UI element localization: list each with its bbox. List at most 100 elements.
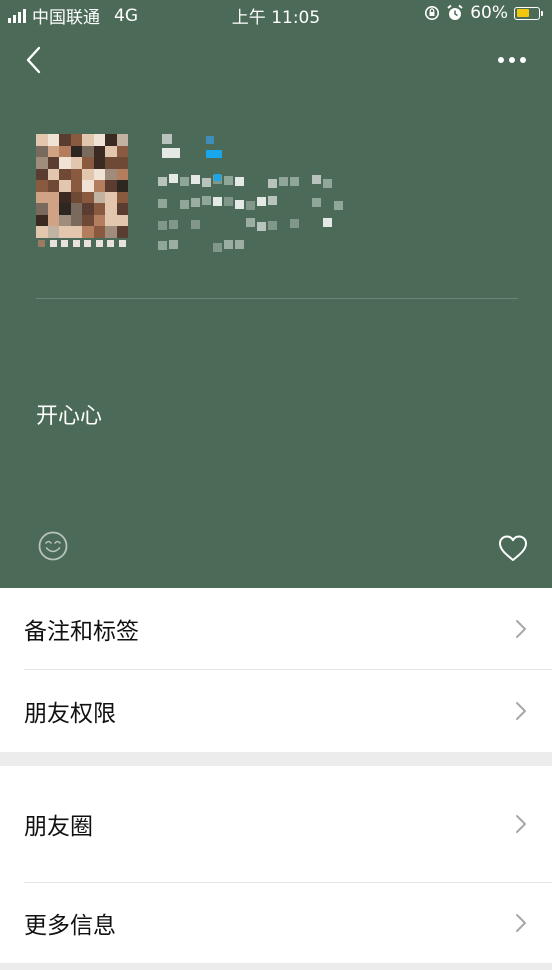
avatar-mosaic-cell: [118, 240, 126, 247]
avatar-mosaic-cell: [36, 168, 48, 180]
avatar-mosaic-cell: [82, 203, 94, 215]
name-mosaic-cell: [268, 221, 277, 230]
name-mosaic-cell: [312, 198, 321, 207]
avatar-mosaic-cell: [59, 191, 71, 203]
avatar-mosaic-cell: [105, 226, 117, 238]
avatar-mosaic-cell: [82, 214, 94, 226]
avatar-mosaic-cell: [93, 157, 105, 169]
signature-text: 开心心: [36, 404, 103, 429]
name-mosaic-cell: [206, 150, 222, 158]
avatar-mosaic-cell: [82, 168, 94, 180]
name-mosaic-cell: [213, 243, 222, 252]
avatar-mosaic-cell: [70, 145, 82, 157]
name-mosaic-cell: [180, 177, 189, 186]
avatar-mosaic-cell: [47, 157, 59, 169]
avatar-mosaic-cell: [47, 191, 59, 203]
name-mosaic-cell: [235, 240, 244, 249]
avatar-mosaic-cell: [105, 157, 117, 169]
avatar-mosaic-cell: [93, 226, 105, 238]
battery-percent: 60%: [470, 3, 508, 23]
avatar[interactable]: [36, 134, 128, 248]
name-mosaic-cell: [268, 179, 277, 188]
heart-icon[interactable]: [497, 533, 529, 563]
avatar-mosaic-cell: [36, 145, 48, 157]
name-mosaic-cell: [162, 134, 172, 144]
name-mosaic-cell: [158, 221, 167, 230]
avatar-mosaic-cell: [36, 214, 48, 226]
avatar-mosaic-cell: [84, 240, 91, 247]
avatar-mosaic-cell: [105, 203, 117, 215]
name-mosaic-cell: [290, 177, 299, 186]
name-mosaic-cell: [235, 200, 244, 209]
avatar-mosaic-cell: [59, 134, 71, 146]
name-mosaic-cell: [180, 200, 189, 209]
avatar-mosaic-cell: [82, 157, 94, 169]
header-divider: [36, 298, 518, 299]
avatar-mosaic-cell: [93, 168, 105, 180]
avatar-mosaic-cell: [36, 203, 48, 215]
name-mosaic-cell: [158, 241, 167, 250]
avatar-mosaic-cell: [47, 203, 59, 215]
avatar-mosaic-cell: [116, 134, 128, 146]
menu-item-moments[interactable]: 朋友圈: [0, 766, 552, 882]
rotation-lock-icon: [425, 6, 440, 20]
avatar-mosaic-cell: [105, 214, 117, 226]
back-chevron-icon[interactable]: [22, 44, 46, 76]
status-right: 60%: [424, 3, 543, 23]
chevron-right-icon: [516, 702, 526, 720]
avatar-mosaic-cell: [70, 168, 82, 180]
menu-item-friend-permissions[interactable]: 朋友权限: [0, 670, 552, 752]
name-mosaic-cell: [257, 222, 266, 231]
name-mosaic-cell: [169, 174, 178, 183]
name-mosaic-cell: [257, 197, 266, 206]
avatar-mosaic-cell: [82, 191, 94, 203]
avatar-mosaic-cell: [105, 145, 117, 157]
avatar-mosaic-cell: [70, 203, 82, 215]
name-mosaic-cell: [323, 218, 332, 227]
chevron-right-icon: [516, 620, 526, 638]
avatar-mosaic-cell: [47, 145, 59, 157]
menu-item-label: 更多信息: [24, 913, 116, 939]
avatar-mosaic-cell: [82, 134, 94, 146]
name-mosaic-cell: [213, 197, 222, 206]
avatar-mosaic-cell: [82, 180, 94, 192]
more-dots-icon[interactable]: [496, 48, 528, 72]
avatar-mosaic-cell: [82, 145, 94, 157]
name-mosaic-cell: [158, 177, 167, 186]
avatar-mosaic-cell: [105, 134, 117, 146]
chevron-right-icon: [516, 815, 526, 833]
name-mosaic-cell: [162, 148, 180, 158]
name-mosaic-cell: [279, 177, 288, 186]
avatar-mosaic-cell: [70, 180, 82, 192]
menu-item-more-info[interactable]: 更多信息: [0, 883, 552, 963]
status-bar: 中国联通 4G 上午 11:05 60%: [0, 0, 552, 28]
avatar-mosaic-cell: [36, 226, 48, 238]
battery-icon: [514, 6, 543, 20]
name-mosaic-cell: [268, 196, 277, 205]
menu-item-remark-and-tags[interactable]: 备注和标签: [0, 588, 552, 670]
avatar-mosaic-cell: [36, 180, 48, 192]
avatar-mosaic-cell: [70, 214, 82, 226]
avatar-mosaic-cell: [93, 191, 105, 203]
avatar-mosaic-cell: [93, 134, 105, 146]
settings-group-moments: 朋友圈 更多信息: [0, 766, 552, 963]
smile-icon[interactable]: [37, 530, 69, 562]
avatar-mosaic-cell: [107, 240, 114, 247]
name-mosaic-cell: [224, 197, 233, 206]
avatar-mosaic-cell: [59, 214, 71, 226]
avatar-mosaic-cell: [105, 180, 117, 192]
name-mosaic-cell: [246, 201, 255, 210]
avatar-mosaic-cell: [36, 157, 48, 169]
name-mosaic-cell: [224, 176, 233, 185]
avatar-mosaic-cell: [36, 191, 48, 203]
avatar-mosaic-cell: [105, 168, 117, 180]
profile-header: 中国联通 4G 上午 11:05 60% 开心心: [0, 0, 552, 588]
name-mosaic-cell: [206, 136, 214, 144]
name-mosaic-cell: [235, 177, 244, 186]
avatar-mosaic-cell: [93, 145, 105, 157]
avatar-mosaic-cell: [116, 203, 128, 215]
name-mosaic-cell: [323, 179, 332, 188]
avatar-mosaic-cell: [116, 180, 128, 192]
name-mosaic-cell: [290, 219, 299, 228]
avatar-mosaic-cell: [59, 203, 71, 215]
